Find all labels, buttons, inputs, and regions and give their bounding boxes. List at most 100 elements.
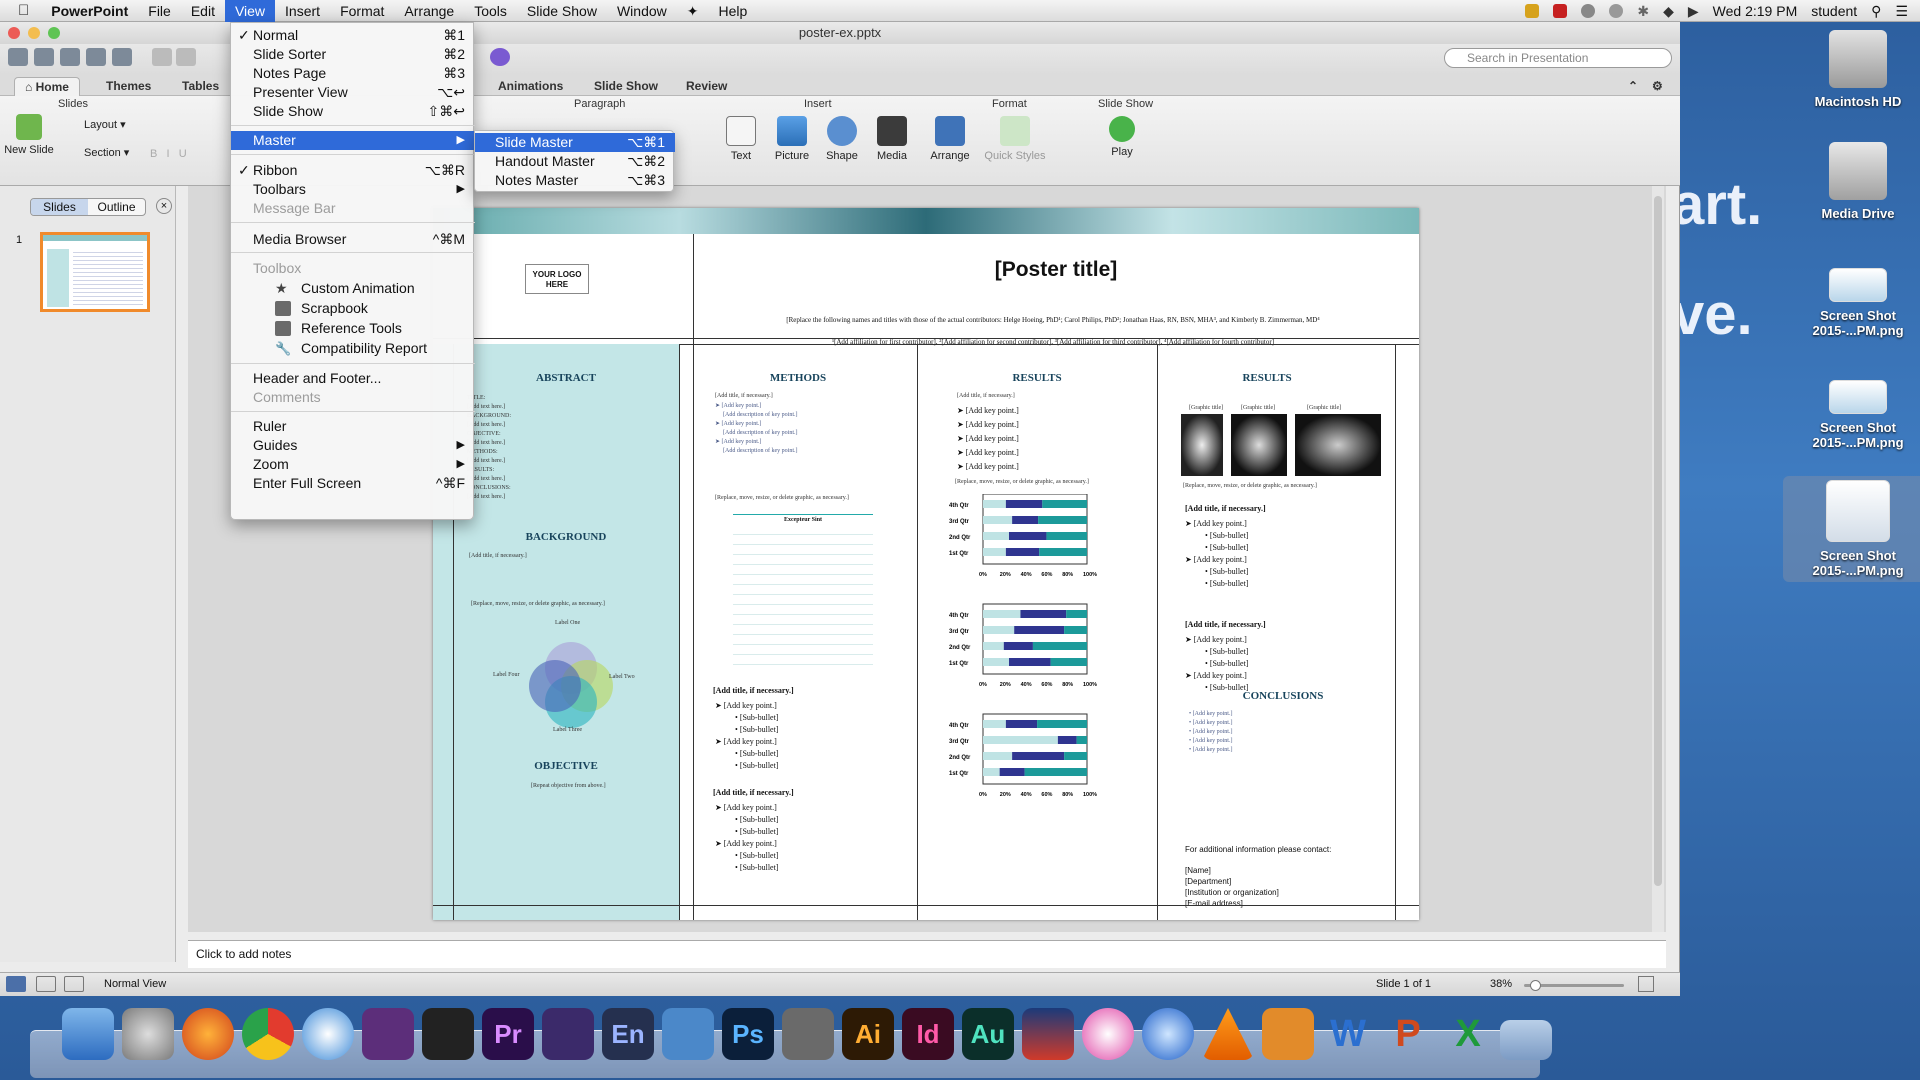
- copy-icon[interactable]: [176, 48, 196, 66]
- poster-affiliations[interactable]: ¹[Add affiliation for first contributor]…: [753, 338, 1353, 347]
- pages-icon[interactable]: [1262, 1008, 1314, 1060]
- menu-view[interactable]: View: [224, 0, 276, 22]
- tab-slide-show[interactable]: Slide Show: [594, 77, 658, 96]
- scrollbar-thumb[interactable]: [1654, 196, 1662, 886]
- menu-item-ribbon[interactable]: ✓ Ribbon ⌥⌘R: [231, 161, 475, 180]
- methods-bullets[interactable]: ➤ [Add key point.] • [Sub-bullet] • [Sub…: [715, 700, 778, 772]
- menu-item-enter-full-screen[interactable]: Enter Full Screen ^⌘F: [231, 474, 475, 493]
- logo-placeholder[interactable]: YOUR LOGO HERE: [525, 264, 589, 294]
- play-button[interactable]: Play: [1098, 116, 1146, 158]
- firefox-icon[interactable]: [182, 1008, 234, 1060]
- imovie-icon[interactable]: [542, 1008, 594, 1060]
- tab-home[interactable]: ⌂ Home: [14, 77, 80, 96]
- results-replace-graphic[interactable]: [Replace, move, resize, or delete graphi…: [955, 478, 1089, 487]
- tab-animations[interactable]: Animations: [498, 77, 563, 96]
- menu-item-slide-master[interactable]: Slide Master ⌥⌘1: [475, 133, 675, 152]
- new-slide-button[interactable]: New Slide: [4, 114, 54, 156]
- automator-icon[interactable]: [662, 1008, 714, 1060]
- menu-item-ruler[interactable]: Ruler: [231, 417, 475, 436]
- bar-charts[interactable]: 4th Qtr 3rd Qtr 2nd Qtr 1st Qtr 0% 20% 40% 60% 8…: [949, 494, 1129, 824]
- wifi-icon[interactable]: ◆: [1663, 3, 1674, 20]
- menu-item-compatibility-report[interactable]: 🔧 Compatibility Report: [231, 339, 475, 358]
- motion-icon[interactable]: [362, 1008, 414, 1060]
- powerpoint-icon[interactable]: P: [1382, 1008, 1434, 1060]
- word-icon[interactable]: W: [1322, 1008, 1374, 1060]
- desktop-icon-screenshot-3-selected[interactable]: Screen Shot 2015-...PM.png: [1783, 476, 1920, 582]
- menu-item-notes-page[interactable]: Notes Page ⌘3: [231, 64, 475, 83]
- data-table[interactable]: Excepteur Sint: [733, 514, 873, 670]
- launchpad-icon[interactable]: [122, 1008, 174, 1060]
- tab-outline[interactable]: Outline: [88, 199, 145, 215]
- audition-icon[interactable]: Au: [962, 1008, 1014, 1060]
- illustrator-icon[interactable]: Ai: [842, 1008, 894, 1060]
- methods-add-title-2[interactable]: [Add title, if necessary.]: [713, 684, 794, 698]
- help-icon[interactable]: [490, 48, 510, 66]
- finder-icon[interactable]: [62, 1008, 114, 1060]
- objective-text[interactable]: [Repeat objective from above.]: [531, 782, 606, 791]
- user-menu[interactable]: student: [1811, 3, 1857, 19]
- zoom-slider-thumb[interactable]: [1530, 980, 1541, 991]
- menu-item-media-browser[interactable]: Media Browser ^⌘M: [231, 230, 475, 249]
- close-window-icon[interactable]: [8, 27, 20, 39]
- heading-methods[interactable]: METHODS: [679, 372, 917, 384]
- volume-icon[interactable]: ▶: [1688, 3, 1699, 20]
- time-machine-icon[interactable]: [1609, 4, 1624, 18]
- menu-arrange[interactable]: Arrange: [394, 0, 464, 22]
- zoom-window-icon[interactable]: [48, 27, 60, 39]
- final-cut-icon[interactable]: [422, 1008, 474, 1060]
- normal-view-icon[interactable]: [6, 976, 26, 992]
- desktop-icon-screenshot-2[interactable]: Screen Shot 2015-...PM.png: [1783, 380, 1920, 450]
- heading-abstract[interactable]: ABSTRACT: [453, 372, 679, 384]
- app-menu[interactable]: PowerPoint: [41, 0, 138, 22]
- tab-slides[interactable]: Slides: [31, 199, 88, 215]
- new-presentation-icon[interactable]: [8, 48, 28, 66]
- methods-add-title-3[interactable]: [Add title, if necessary.]: [713, 786, 794, 800]
- zoom-level[interactable]: 38%: [1490, 978, 1512, 990]
- heading-results-1[interactable]: RESULTS: [917, 372, 1157, 384]
- menu-item-master[interactable]: Master ▶: [231, 131, 475, 150]
- insert-shape-button[interactable]: Shape: [818, 116, 866, 162]
- menu-item-header-footer[interactable]: Header and Footer...: [231, 369, 475, 388]
- poster-title[interactable]: [Poster title]: [693, 258, 1419, 282]
- print-icon[interactable]: [112, 48, 132, 66]
- xray-hand-image[interactable]: [1231, 414, 1287, 476]
- spotlight-search-icon[interactable]: ⚲: [1871, 3, 1881, 20]
- indesign-icon[interactable]: Id: [902, 1008, 954, 1060]
- insert-picture-button[interactable]: Picture: [768, 116, 816, 162]
- results2-bullets[interactable]: ➤ [Add key point.] • [Sub-bullet] • [Sub…: [1185, 518, 1248, 590]
- encore-icon[interactable]: En: [602, 1008, 654, 1060]
- methods-key-points[interactable]: ➤ [Add key point.] [Add description of k…: [715, 402, 835, 456]
- menu-item-presenter-view[interactable]: Presenter View ⌥↩: [231, 83, 475, 102]
- chrome-icon[interactable]: [242, 1008, 294, 1060]
- itunes-icon[interactable]: [1082, 1008, 1134, 1060]
- tab-tables[interactable]: Tables: [182, 77, 219, 96]
- menu-help[interactable]: Help: [708, 0, 757, 22]
- heading-results-2[interactable]: RESULTS: [1157, 372, 1377, 384]
- image-capture-icon[interactable]: [782, 1008, 834, 1060]
- collapse-ribbon-icon[interactable]: ⌃: [1628, 77, 1638, 96]
- quick-styles-button[interactable]: Quick Styles: [980, 116, 1050, 162]
- sync-status-icon[interactable]: [1581, 4, 1596, 18]
- results2-bullets-2[interactable]: ➤ [Add key point.] • [Sub-bullet] • [Sub…: [1185, 634, 1248, 694]
- venn-diagram[interactable]: [513, 628, 633, 738]
- clock[interactable]: Wed 2:19 PM: [1713, 3, 1798, 19]
- close-pane-icon[interactable]: ×: [156, 198, 172, 214]
- tab-themes[interactable]: Themes: [106, 77, 151, 96]
- poster-contributors[interactable]: [Replace the following names and titles …: [753, 316, 1353, 325]
- menu-item-custom-animation[interactable]: ★ Custom Animation: [231, 279, 475, 298]
- vertical-scrollbar[interactable]: [1652, 186, 1664, 932]
- heading-conclusions[interactable]: CONCLUSIONS: [1223, 690, 1343, 702]
- premiere-icon[interactable]: Pr: [482, 1008, 534, 1060]
- menu-item-handout-master[interactable]: Handout Master ⌥⌘2: [475, 152, 675, 171]
- notification-center-icon[interactable]: ☰: [1895, 3, 1908, 20]
- menu-edit[interactable]: Edit: [181, 0, 225, 22]
- quicktime-icon[interactable]: [1142, 1008, 1194, 1060]
- slide-canvas[interactable]: YOUR LOGO HERE [Poster title] [Replace t…: [433, 208, 1419, 920]
- desktop-icon-macintosh-hd[interactable]: Macintosh HD: [1783, 30, 1920, 109]
- methods-replace-graphic[interactable]: [Replace, move, resize, or delete graphi…: [715, 494, 849, 503]
- results-key-points[interactable]: ➤ [Add key point.] ➤ [Add key point.] ➤ …: [957, 404, 1019, 474]
- background-add-title[interactable]: [Add title, if necessary.]: [469, 552, 527, 561]
- methods-bullets-2[interactable]: ➤ [Add key point.] • [Sub-bullet] • [Sub…: [715, 802, 778, 874]
- menu-item-reference-tools[interactable]: Reference Tools: [231, 319, 475, 338]
- results2-replace-graphic[interactable]: [Replace, move, resize, or delete graphi…: [1183, 482, 1317, 491]
